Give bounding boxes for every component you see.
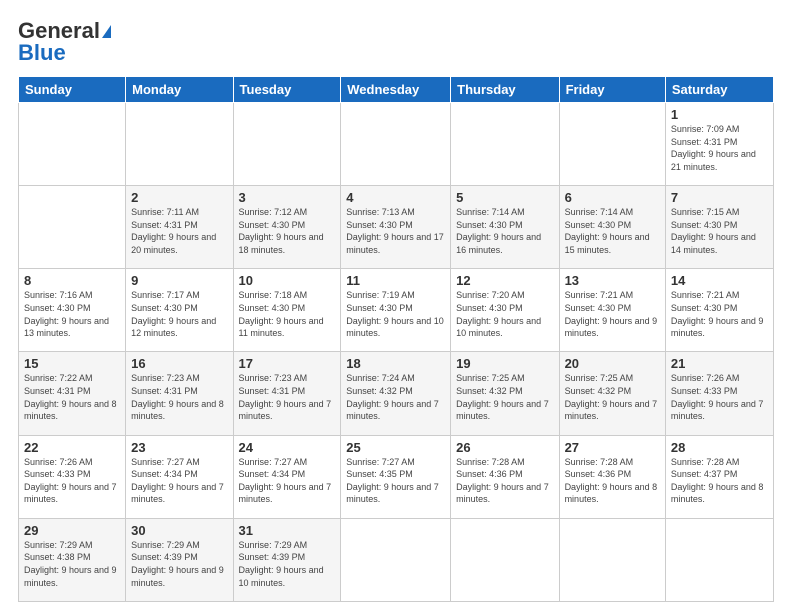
logo-blue: Blue <box>18 40 66 66</box>
calendar-day-cell: 2Sunrise: 7:11 AMSunset: 4:31 PMDaylight… <box>126 186 233 269</box>
empty-cell <box>233 103 341 186</box>
calendar-day-cell: 21Sunrise: 7:26 AMSunset: 4:33 PMDayligh… <box>665 352 773 435</box>
empty-cell <box>451 103 559 186</box>
calendar-day-header: Saturday <box>665 77 773 103</box>
calendar-day-cell: 23Sunrise: 7:27 AMSunset: 4:34 PMDayligh… <box>126 435 233 518</box>
calendar-day-cell: 19Sunrise: 7:25 AMSunset: 4:32 PMDayligh… <box>451 352 559 435</box>
empty-cell <box>19 103 126 186</box>
calendar-day-cell: 3Sunrise: 7:12 AMSunset: 4:30 PMDaylight… <box>233 186 341 269</box>
calendar-day-cell: 9Sunrise: 7:17 AMSunset: 4:30 PMDaylight… <box>126 269 233 352</box>
calendar-day-cell: 18Sunrise: 7:24 AMSunset: 4:32 PMDayligh… <box>341 352 451 435</box>
calendar-day-cell: 17Sunrise: 7:23 AMSunset: 4:31 PMDayligh… <box>233 352 341 435</box>
calendar-day-cell: 8Sunrise: 7:16 AMSunset: 4:30 PMDaylight… <box>19 269 126 352</box>
empty-cell <box>559 518 665 601</box>
calendar-day-cell: 16Sunrise: 7:23 AMSunset: 4:31 PMDayligh… <box>126 352 233 435</box>
calendar-day-header: Friday <box>559 77 665 103</box>
calendar-body: 1Sunrise: 7:09 AMSunset: 4:31 PMDaylight… <box>19 103 774 602</box>
calendar-day-cell: 25Sunrise: 7:27 AMSunset: 4:35 PMDayligh… <box>341 435 451 518</box>
empty-cell <box>341 103 451 186</box>
calendar-day-header: Tuesday <box>233 77 341 103</box>
empty-cell <box>19 186 126 269</box>
calendar-day-cell: 14Sunrise: 7:21 AMSunset: 4:30 PMDayligh… <box>665 269 773 352</box>
calendar-day-cell: 27Sunrise: 7:28 AMSunset: 4:36 PMDayligh… <box>559 435 665 518</box>
calendar-day-cell: 11Sunrise: 7:19 AMSunset: 4:30 PMDayligh… <box>341 269 451 352</box>
calendar-day-header: Monday <box>126 77 233 103</box>
empty-cell <box>126 103 233 186</box>
calendar-day-cell: 5Sunrise: 7:14 AMSunset: 4:30 PMDaylight… <box>451 186 559 269</box>
calendar-day-cell: 13Sunrise: 7:21 AMSunset: 4:30 PMDayligh… <box>559 269 665 352</box>
calendar-day-cell: 29Sunrise: 7:29 AMSunset: 4:38 PMDayligh… <box>19 518 126 601</box>
logo: General Blue <box>18 18 111 66</box>
calendar-day-cell: 1Sunrise: 7:09 AMSunset: 4:31 PMDaylight… <box>665 103 773 186</box>
empty-cell <box>341 518 451 601</box>
calendar-day-header: Thursday <box>451 77 559 103</box>
calendar-day-cell: 7Sunrise: 7:15 AMSunset: 4:30 PMDaylight… <box>665 186 773 269</box>
empty-cell <box>451 518 559 601</box>
calendar-day-cell: 20Sunrise: 7:25 AMSunset: 4:32 PMDayligh… <box>559 352 665 435</box>
calendar-day-cell: 30Sunrise: 7:29 AMSunset: 4:39 PMDayligh… <box>126 518 233 601</box>
calendar-day-cell: 31Sunrise: 7:29 AMSunset: 4:39 PMDayligh… <box>233 518 341 601</box>
calendar-day-cell: 28Sunrise: 7:28 AMSunset: 4:37 PMDayligh… <box>665 435 773 518</box>
calendar-day-cell: 24Sunrise: 7:27 AMSunset: 4:34 PMDayligh… <box>233 435 341 518</box>
calendar-day-header: Sunday <box>19 77 126 103</box>
calendar-day-cell: 15Sunrise: 7:22 AMSunset: 4:31 PMDayligh… <box>19 352 126 435</box>
calendar-table: SundayMondayTuesdayWednesdayThursdayFrid… <box>18 76 774 602</box>
calendar-day-cell: 4Sunrise: 7:13 AMSunset: 4:30 PMDaylight… <box>341 186 451 269</box>
header: General Blue <box>18 18 774 66</box>
calendar-day-header: Wednesday <box>341 77 451 103</box>
calendar-day-cell: 12Sunrise: 7:20 AMSunset: 4:30 PMDayligh… <box>451 269 559 352</box>
calendar-day-cell: 22Sunrise: 7:26 AMSunset: 4:33 PMDayligh… <box>19 435 126 518</box>
calendar-day-cell: 6Sunrise: 7:14 AMSunset: 4:30 PMDaylight… <box>559 186 665 269</box>
page: General Blue SundayMondayTuesdayWednesda… <box>0 0 792 612</box>
empty-cell <box>665 518 773 601</box>
calendar-day-cell: 10Sunrise: 7:18 AMSunset: 4:30 PMDayligh… <box>233 269 341 352</box>
calendar-day-cell: 26Sunrise: 7:28 AMSunset: 4:36 PMDayligh… <box>451 435 559 518</box>
empty-cell <box>559 103 665 186</box>
calendar-header-row: SundayMondayTuesdayWednesdayThursdayFrid… <box>19 77 774 103</box>
